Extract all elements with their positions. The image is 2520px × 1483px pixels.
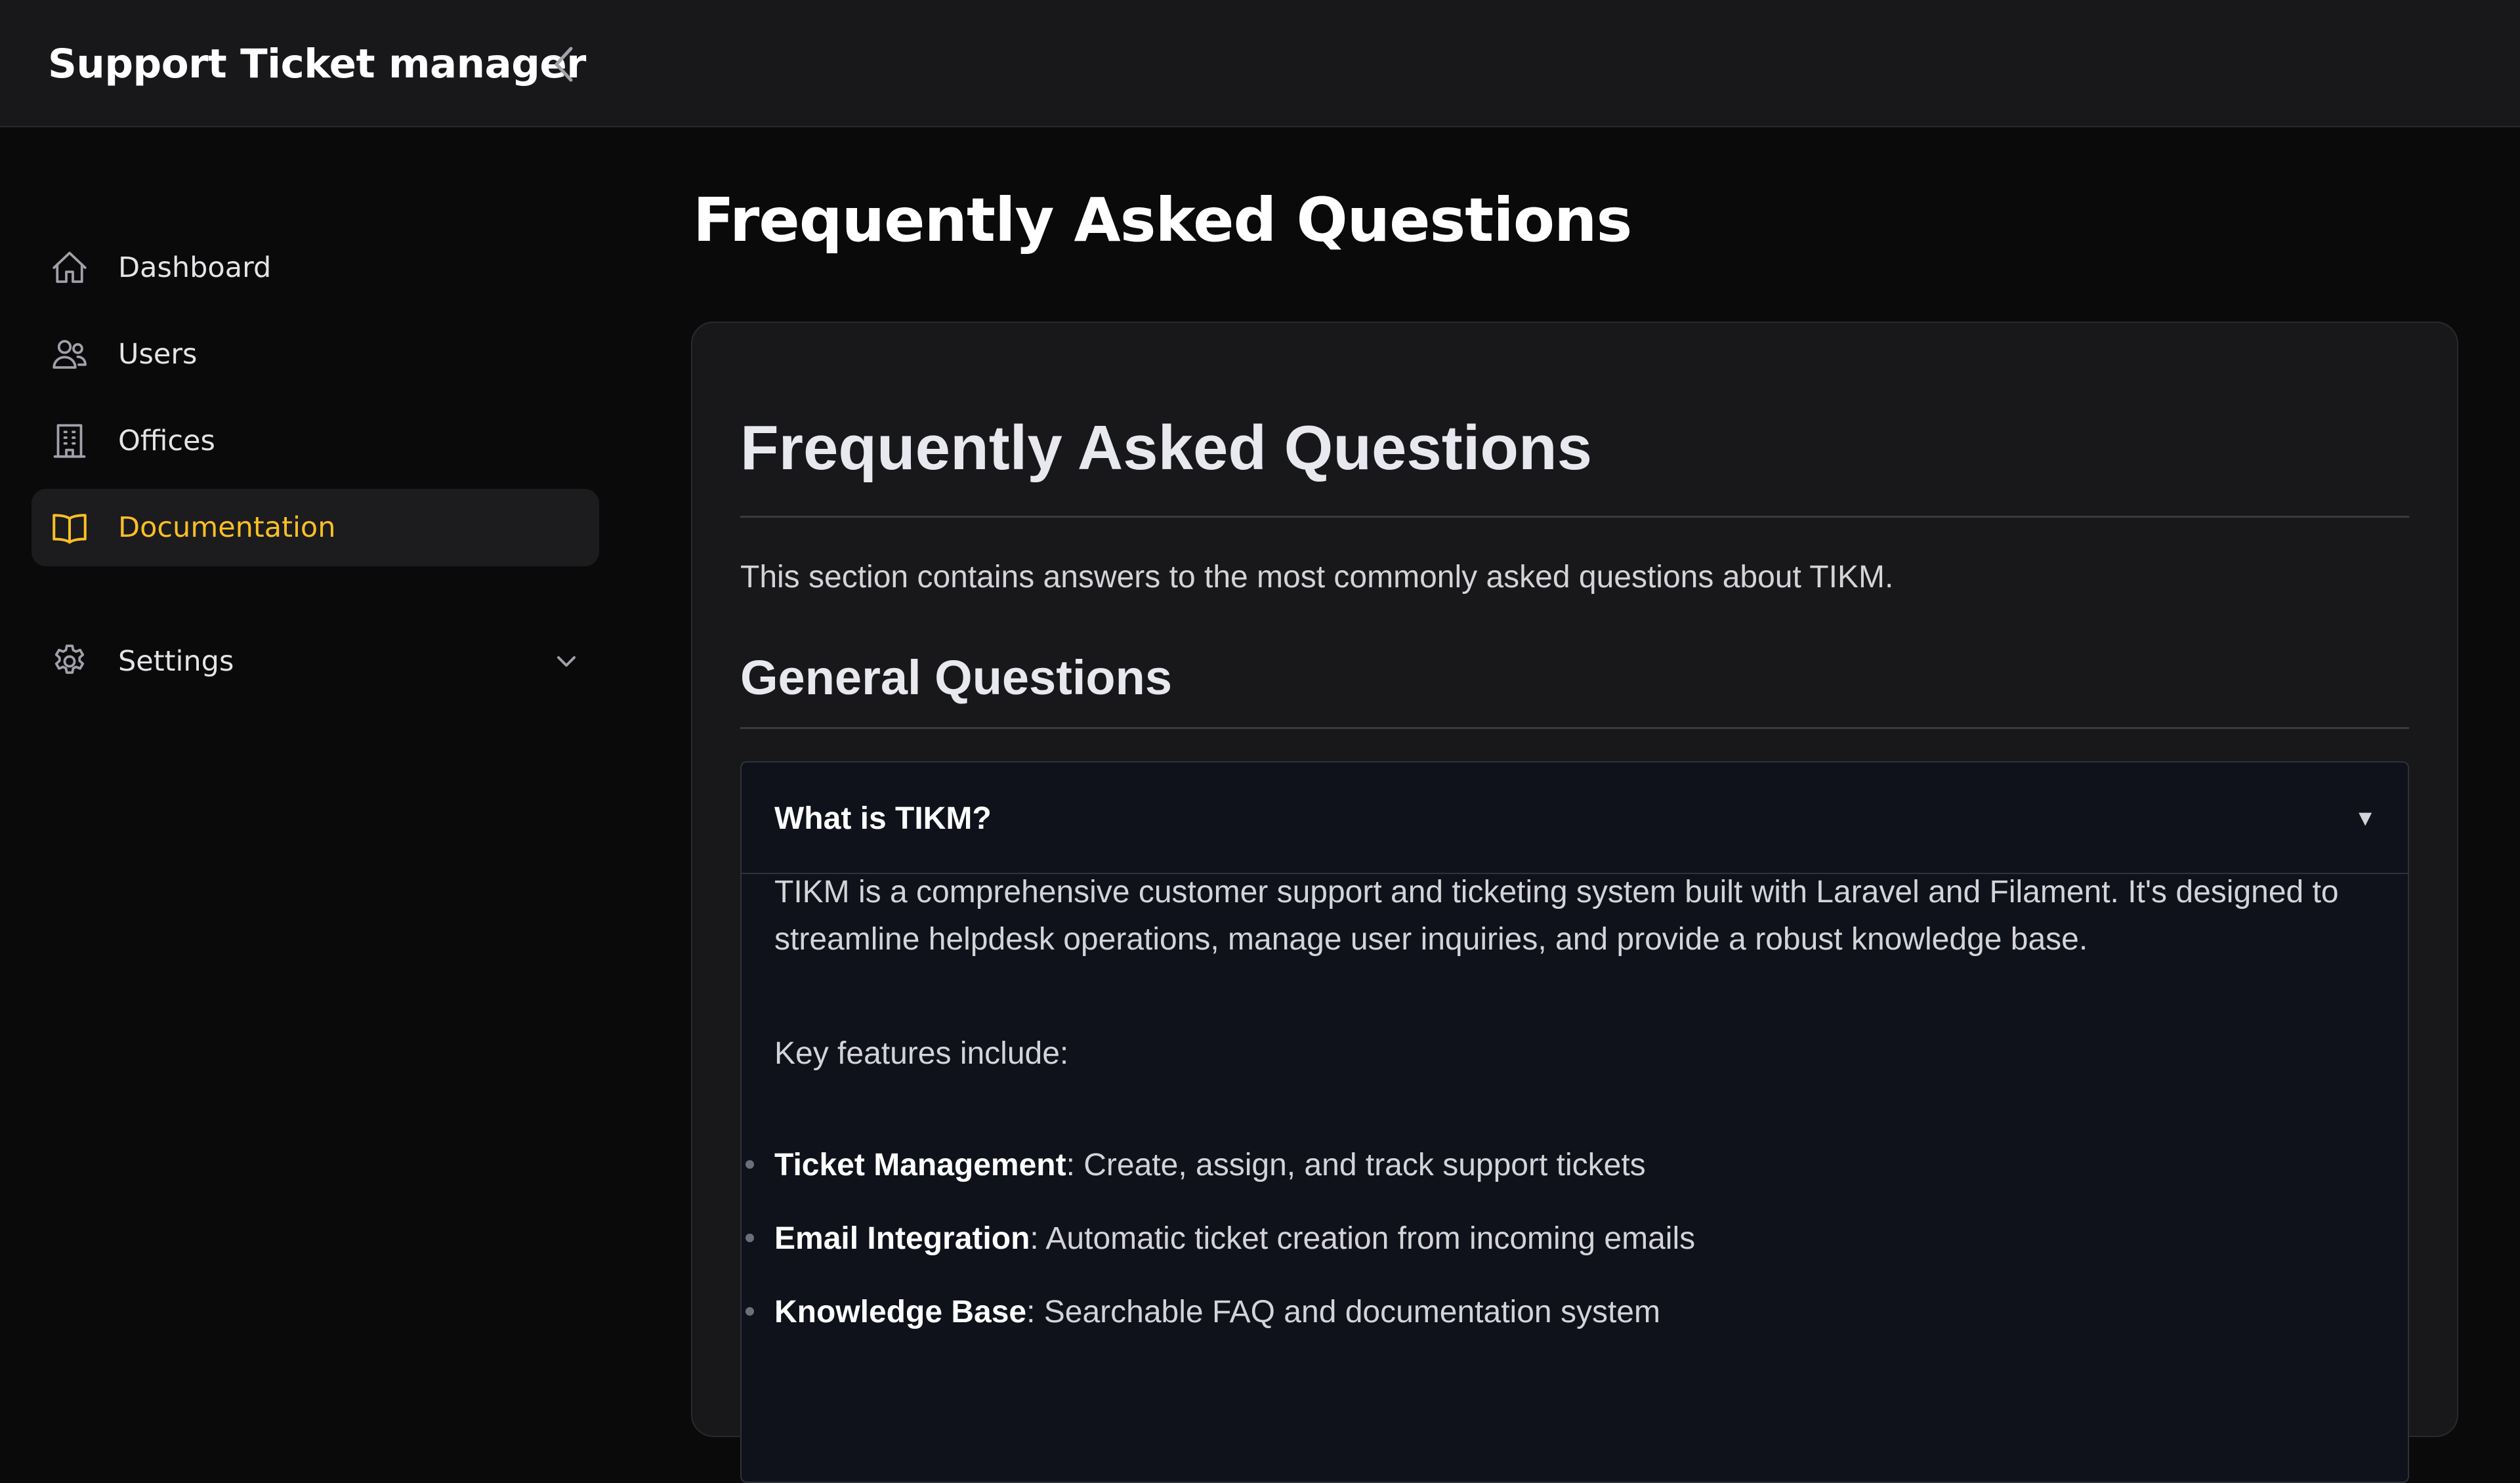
sidebar-item-label: Dashboard: [118, 251, 272, 284]
documentation-card: Frequently Asked Questions This section …: [691, 322, 2458, 1483]
sidebar-item-label: Users: [118, 338, 198, 371]
sidebar-item-label: Settings: [118, 645, 234, 678]
sidebar-item-settings[interactable]: Settings: [32, 623, 599, 700]
faq-accordion: What is TIKM? ▼ TIKM is a comprehensive …: [740, 761, 2409, 1483]
users-icon: [50, 335, 89, 374]
sidebar-item-label: Offices: [118, 425, 215, 457]
feature-name: Ticket Management: [774, 1147, 1066, 1182]
top-bar: Support Ticket manager: [0, 0, 2520, 127]
gear-icon: [50, 642, 89, 681]
sidebar-item-label: Documentation: [118, 511, 336, 544]
sidebar-item-dashboard[interactable]: Dashboard: [32, 229, 599, 306]
features-intro: Key features include:: [774, 1036, 1069, 1071]
bullet: [746, 1307, 754, 1316]
faq-answer: TIKM is a comprehensive customer support…: [774, 875, 2339, 957]
list-item: Ticket Management : Create, assign, and …: [746, 1135, 1646, 1194]
sidebar: Dashboard Users Offices Documentation Se…: [0, 129, 630, 1362]
bullet: [746, 1160, 754, 1169]
sidebar-item-documentation[interactable]: Documentation: [32, 489, 599, 566]
list-item: Email Integration : Automatic ticket cre…: [746, 1209, 1696, 1268]
divider: [740, 727, 2409, 729]
feature-name: Email Integration: [774, 1221, 1030, 1256]
section-title: General Questions: [740, 650, 1172, 705]
feature-name: Knowledge Base: [774, 1294, 1027, 1329]
collapse-sidebar-button[interactable]: [538, 38, 591, 91]
sidebar-item-offices[interactable]: Offices: [32, 402, 599, 480]
app-title: Support Ticket manager: [48, 40, 586, 87]
feature-description: : Automatic ticket creation from incomin…: [1030, 1221, 1696, 1256]
building-icon: [50, 421, 89, 461]
list-item: Knowledge Base : Searchable FAQ and docu…: [746, 1282, 1660, 1341]
home-icon: [50, 248, 89, 287]
chevron-left-icon: [555, 47, 573, 82]
feature-description: : Searchable FAQ and documentation syste…: [1026, 1294, 1660, 1329]
faq-question: What is TIKM?: [774, 801, 992, 836]
bullet: [746, 1234, 754, 1242]
doc-title: Frequently Asked Questions: [740, 413, 1593, 483]
chevron-down-icon: [553, 648, 579, 675]
doc-intro: This section contains answers to the mos…: [740, 560, 1894, 595]
divider: [740, 516, 2409, 518]
faq-question-toggle[interactable]: What is TIKM? ▼: [742, 762, 2408, 874]
feature-description: : Create, assign, and track support tick…: [1066, 1147, 1646, 1182]
sidebar-item-users[interactable]: Users: [32, 316, 599, 393]
caret-down-icon: ▼: [2354, 805, 2376, 831]
book-icon: [50, 508, 89, 547]
page-title: Frequently Asked Questions: [693, 185, 1632, 255]
